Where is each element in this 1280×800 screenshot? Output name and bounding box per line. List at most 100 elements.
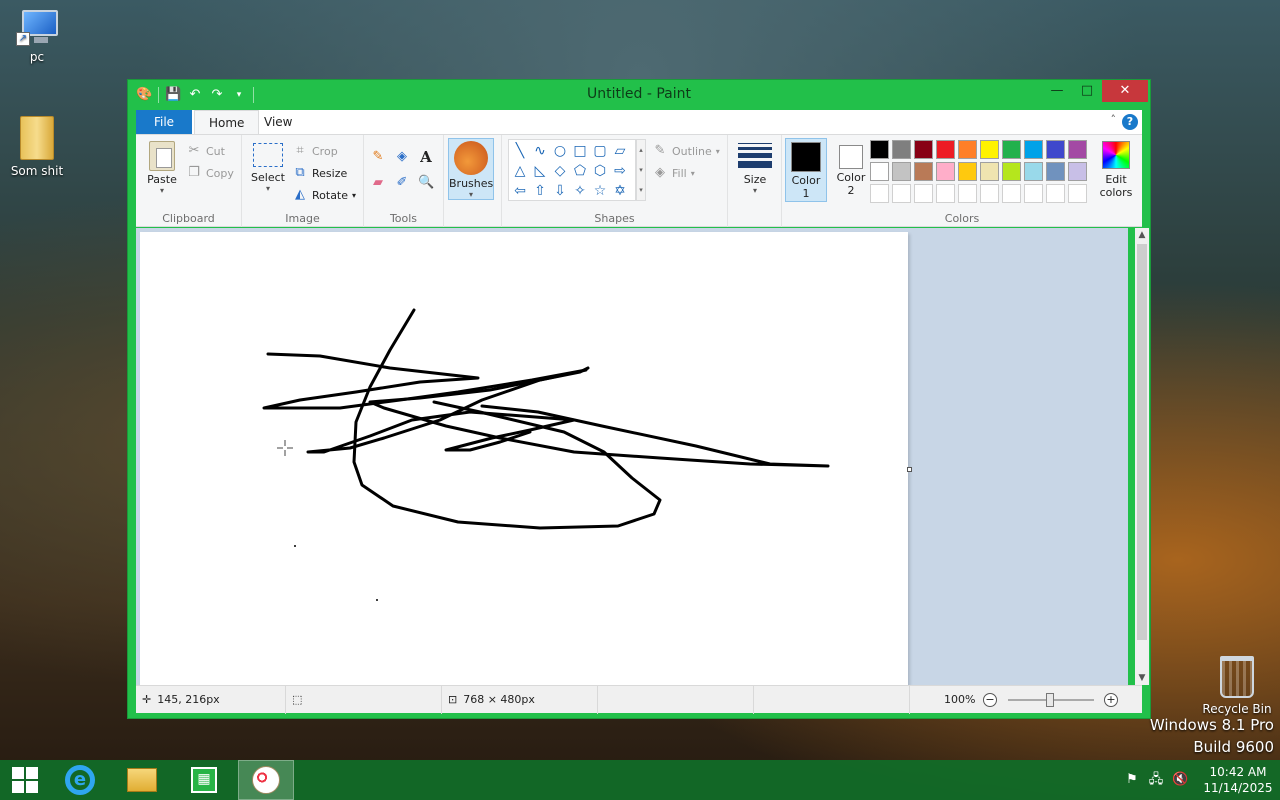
shapes-scroll[interactable]: ▴ ▾ ▾: [636, 139, 646, 201]
copy-button[interactable]: ❐ Copy: [186, 165, 234, 181]
taskbar-internet-explorer[interactable]: e: [52, 760, 108, 800]
left-arrow-shape-icon[interactable]: ⇦: [511, 182, 529, 200]
taskbar-store[interactable]: ▦: [176, 760, 232, 800]
color1-button[interactable]: Color 1: [785, 138, 827, 202]
cut-button[interactable]: ✂ Cut: [186, 143, 225, 159]
scrollbar-thumb[interactable]: [1137, 244, 1147, 640]
palette-swatch[interactable]: [1024, 140, 1043, 159]
network-disconnected-icon[interactable]: 🖧: [1148, 772, 1164, 788]
polygon-shape-icon[interactable]: ▱: [611, 142, 629, 160]
palette-swatch[interactable]: [1068, 140, 1087, 159]
pentagon-shape-icon[interactable]: ⬠: [571, 162, 589, 180]
custom-color-slot[interactable]: [936, 184, 955, 203]
custom-color-slot[interactable]: [892, 184, 911, 203]
right-arrow-shape-icon[interactable]: ⇨: [611, 162, 629, 180]
palette-swatch[interactable]: [914, 162, 933, 181]
custom-color-slot[interactable]: [1046, 184, 1065, 203]
zoom-in-button[interactable]: +: [1104, 693, 1118, 707]
zoom-out-button[interactable]: −: [983, 693, 997, 707]
rectangle-shape-icon[interactable]: □: [571, 142, 589, 160]
zoom-slider-thumb[interactable]: [1046, 693, 1054, 707]
curve-shape-icon[interactable]: ∿: [531, 142, 549, 160]
tab-file[interactable]: File: [136, 110, 192, 134]
outline-button[interactable]: ✎ Outline ▾: [652, 143, 720, 159]
palette-swatch[interactable]: [980, 162, 999, 181]
magnifier-icon[interactable]: 🔍: [418, 175, 434, 191]
down-arrow-shape-icon[interactable]: ⇩: [551, 182, 569, 200]
palette-swatch[interactable]: [870, 162, 889, 181]
pencil-icon[interactable]: ✎: [370, 149, 386, 165]
desktop-icon-pc[interactable]: ↗ pc: [2, 10, 72, 64]
scroll-up-arrow[interactable]: ▲: [1135, 228, 1149, 242]
palette-swatch[interactable]: [936, 162, 955, 181]
zoom-slider[interactable]: [1008, 693, 1094, 707]
title-bar[interactable]: 🎨 💾 ↶ ↷ ▾ Untitled - Paint — □ ✕: [128, 80, 1150, 110]
diamond-shape-icon[interactable]: ◇: [551, 162, 569, 180]
desktop-icon-recycle-bin[interactable]: Recycle Bin: [1202, 656, 1272, 716]
palette-swatch[interactable]: [980, 140, 999, 159]
resize-button[interactable]: ⧉ Resize: [292, 165, 347, 181]
color2-button[interactable]: Color 2: [830, 140, 872, 204]
palette-swatch[interactable]: [936, 140, 955, 159]
minimize-button[interactable]: —: [1042, 80, 1072, 102]
five-point-star-shape-icon[interactable]: ☆: [591, 182, 609, 200]
rounded-rectangle-shape-icon[interactable]: ▢: [591, 142, 609, 160]
rotate-button[interactable]: ◭ Rotate ▾: [292, 187, 356, 203]
action-center-flag-icon[interactable]: ⚑: [1124, 772, 1140, 788]
fill-bucket-icon[interactable]: ◈: [394, 149, 410, 165]
edit-colors-button[interactable]: Edit colors: [1094, 141, 1138, 199]
drawing-canvas[interactable]: [140, 232, 908, 685]
six-point-star-shape-icon[interactable]: ✡: [611, 182, 629, 200]
palette-swatch[interactable]: [892, 140, 911, 159]
volume-muted-icon[interactable]: 🔇: [1172, 772, 1188, 788]
collapse-ribbon-icon[interactable]: ˄: [1111, 113, 1117, 126]
custom-color-slot[interactable]: [980, 184, 999, 203]
brushes-button[interactable]: Brushes ▾: [448, 138, 494, 200]
palette-swatch[interactable]: [1024, 162, 1043, 181]
custom-color-slot[interactable]: [870, 184, 889, 203]
start-button[interactable]: [0, 760, 50, 800]
hexagon-shape-icon[interactable]: ⬡: [591, 162, 609, 180]
taskbar-paint[interactable]: [238, 760, 294, 800]
palette-swatch[interactable]: [892, 162, 911, 181]
tab-view[interactable]: View: [250, 110, 306, 134]
scroll-down-arrow[interactable]: ▼: [1135, 671, 1149, 685]
custom-color-slot[interactable]: [1002, 184, 1021, 203]
oval-shape-icon[interactable]: ○: [551, 142, 569, 160]
triangle-shape-icon[interactable]: △: [511, 162, 529, 180]
palette-swatch[interactable]: [1002, 162, 1021, 181]
right-triangle-shape-icon[interactable]: ◺: [531, 162, 549, 180]
palette-swatch[interactable]: [958, 162, 977, 181]
close-button[interactable]: ✕: [1102, 80, 1148, 102]
taskbar-file-explorer[interactable]: [114, 760, 170, 800]
custom-color-slot[interactable]: [1024, 184, 1043, 203]
palette-swatch[interactable]: [1068, 162, 1087, 181]
palette-swatch[interactable]: [958, 140, 977, 159]
line-shape-icon[interactable]: ╲: [511, 142, 529, 160]
vertical-scrollbar[interactable]: ▲ ▼: [1135, 228, 1149, 685]
clock[interactable]: 10:42 AM 11/14/2025: [1196, 764, 1280, 796]
fill-button[interactable]: ◈ Fill ▾: [652, 165, 695, 181]
maximize-button[interactable]: □: [1072, 80, 1102, 102]
size-button[interactable]: Size ▾: [732, 143, 778, 195]
desktop-icon-folder[interactable]: Som shit: [2, 116, 72, 178]
palette-swatch[interactable]: [1046, 162, 1065, 181]
custom-color-slot[interactable]: [958, 184, 977, 203]
canvas-workspace[interactable]: [136, 228, 1128, 685]
custom-color-slot[interactable]: [1068, 184, 1087, 203]
palette-swatch[interactable]: [1002, 140, 1021, 159]
crop-button[interactable]: ⌗ Crop: [292, 143, 337, 159]
eraser-icon[interactable]: ▰: [370, 175, 386, 191]
color-picker-icon[interactable]: ✐: [394, 175, 410, 191]
four-point-star-shape-icon[interactable]: ✧: [571, 182, 589, 200]
paste-button[interactable]: Paste ▾: [142, 141, 182, 195]
canvas-resize-handle[interactable]: [907, 467, 912, 472]
text-icon[interactable]: A: [418, 149, 434, 165]
help-icon[interactable]: ?: [1122, 114, 1138, 130]
custom-color-slot[interactable]: [914, 184, 933, 203]
select-button[interactable]: Select ▾: [248, 143, 288, 193]
palette-swatch[interactable]: [1046, 140, 1065, 159]
up-arrow-shape-icon[interactable]: ⇧: [531, 182, 549, 200]
palette-swatch[interactable]: [870, 140, 889, 159]
palette-swatch[interactable]: [914, 140, 933, 159]
